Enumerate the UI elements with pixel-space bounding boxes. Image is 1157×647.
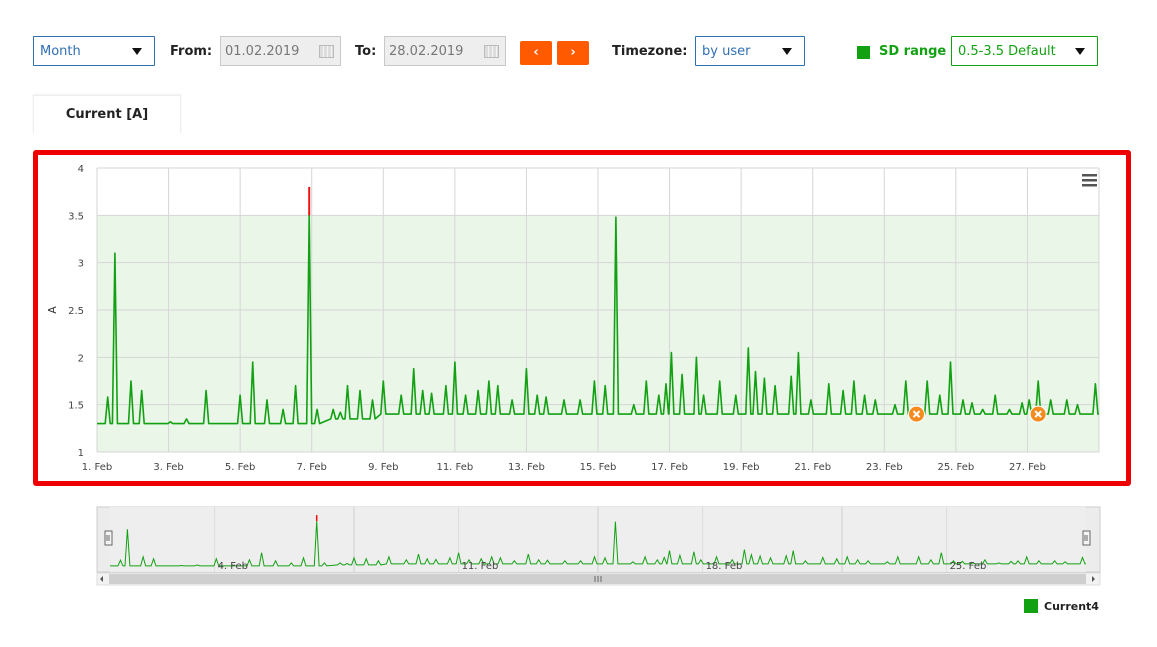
timezone-select-value: by user xyxy=(702,44,751,59)
next-period-button[interactable]: › xyxy=(557,41,589,65)
timezone-label: Timezone: xyxy=(612,44,688,59)
from-label: From: xyxy=(170,44,213,59)
chevron-down-icon xyxy=(782,48,792,55)
sd-range-select-value: 0.5-3.5 Default xyxy=(958,44,1056,59)
sd-range-swatch xyxy=(857,46,870,59)
navigator-handle xyxy=(104,530,113,546)
navigator-tick-label: 18. Feb xyxy=(706,561,743,572)
to-date-value: 28.02.2019 xyxy=(389,44,464,59)
scrollbar-track xyxy=(96,572,1101,586)
to-date-field[interactable]: 28.02.2019 xyxy=(384,36,506,66)
chart-highlight-frame xyxy=(33,150,1131,486)
calendar-icon[interactable] xyxy=(319,45,334,58)
scrollbar-thumb xyxy=(109,574,1086,584)
legend-swatch xyxy=(1024,599,1038,613)
chart-menu-icon[interactable] xyxy=(1082,174,1097,187)
toolbar: Month From: 01.02.2019 To: 28.02.2019 ‹ … xyxy=(33,36,1113,66)
timezone-select[interactable]: by user xyxy=(695,36,805,66)
scroll-right-icon xyxy=(1092,576,1095,582)
navigator[interactable]: 4. Feb 11. Feb 18. Feb 25. Feb xyxy=(96,506,1101,586)
to-label: To: xyxy=(355,44,377,59)
from-date-value: 01.02.2019 xyxy=(225,44,300,59)
navigator-window xyxy=(110,507,1086,572)
navigator-series-line xyxy=(110,521,1086,567)
navigator-tick-label: 4. Feb xyxy=(218,561,248,572)
period-select-value: Month xyxy=(40,44,81,59)
sd-range-select[interactable]: 0.5-3.5 Default xyxy=(951,36,1098,66)
from-date-field[interactable]: 01.02.2019 xyxy=(220,36,341,66)
chevron-down-icon xyxy=(1075,48,1085,55)
navigator-background xyxy=(96,506,1101,573)
prev-period-button[interactable]: ‹ xyxy=(520,41,552,65)
legend-label: Current4 xyxy=(1044,600,1099,613)
period-select[interactable]: Month xyxy=(33,36,155,66)
navigator-tick-label: 11. Feb xyxy=(462,561,499,572)
chevron-down-icon xyxy=(132,48,142,55)
calendar-icon[interactable] xyxy=(484,45,499,58)
navigator-tick-label: 25. Feb xyxy=(950,561,987,572)
tab-current[interactable]: Current [A] xyxy=(33,95,181,133)
scroll-left-icon xyxy=(100,576,103,582)
sd-range-label: SD range xyxy=(879,44,947,59)
navigator-handle xyxy=(1082,530,1091,546)
